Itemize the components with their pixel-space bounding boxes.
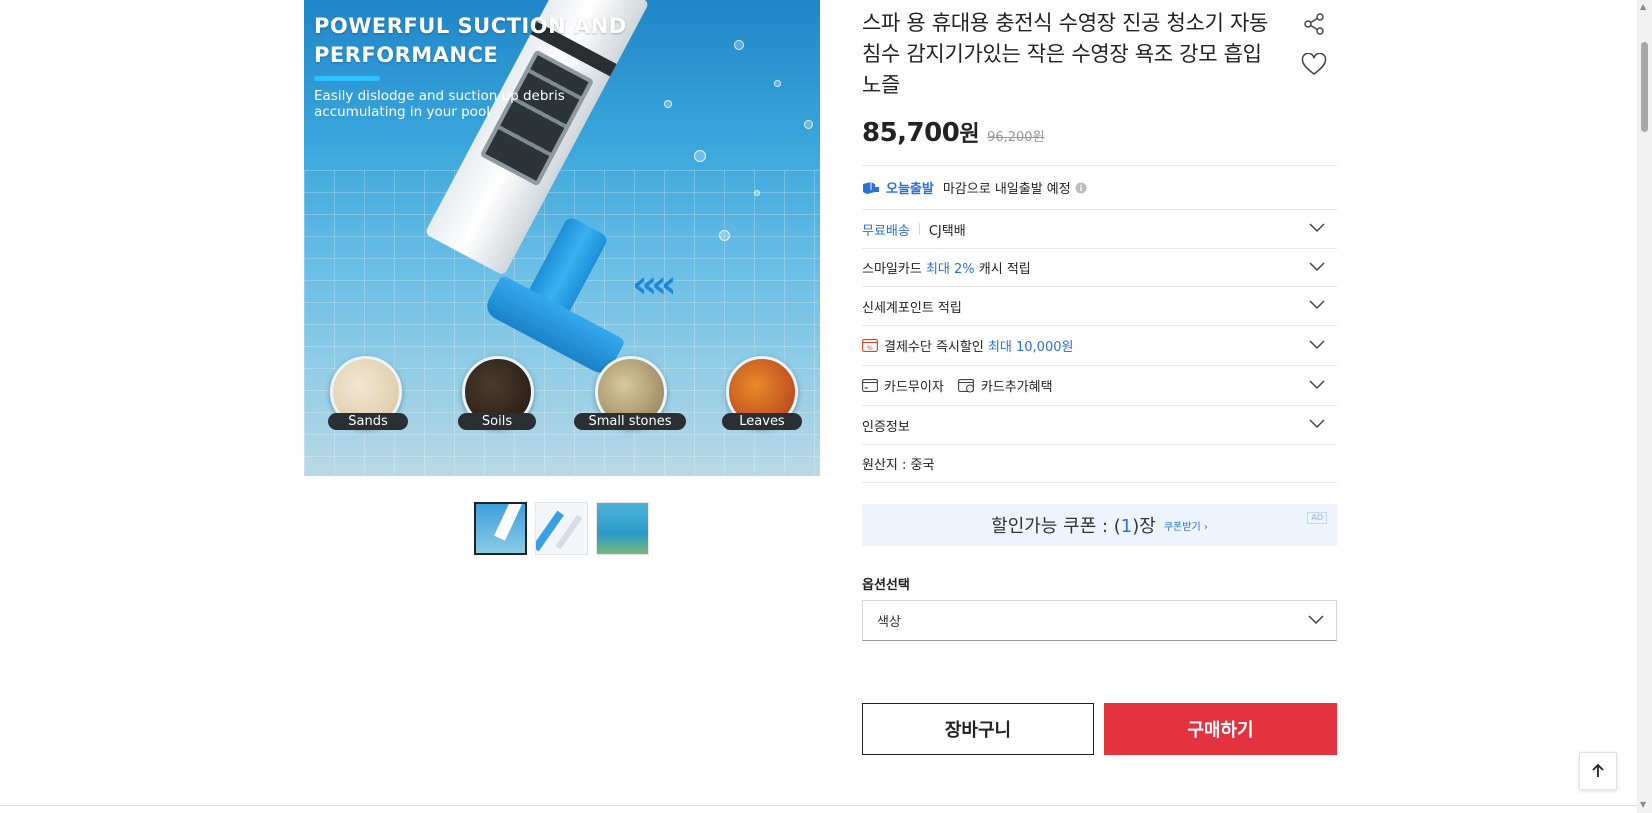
points-row[interactable]: 신세계포인트 적립: [862, 286, 1337, 325]
today-ship-badge: 오늘출발: [886, 182, 934, 197]
scroll-up-arrow-icon[interactable]: ▲: [1640, 2, 1646, 11]
arrow-up-icon: [1592, 763, 1604, 777]
thumbnail-1[interactable]: [474, 502, 527, 555]
share-button[interactable]: [1299, 9, 1329, 39]
bubble: [774, 80, 781, 87]
price-row: 85,700원 96,200원: [862, 116, 1045, 148]
shipping-row[interactable]: 무료배송 CJ택배: [862, 209, 1337, 248]
debris-label-leaves: Leaves: [722, 413, 802, 430]
discount-card-icon: %: [862, 339, 878, 352]
instant-discount-row[interactable]: % 결제수단 즉시할인 최대 10,000원: [862, 325, 1337, 365]
card-benefit-icon: [957, 378, 974, 393]
thumbnail-3[interactable]: [596, 502, 649, 555]
debris-label-small-stones: Small stones: [574, 413, 686, 430]
debris-label-soils: Soils: [458, 413, 536, 430]
free-shipping-label: 무료배송: [862, 223, 910, 239]
info-icon[interactable]: [1075, 182, 1087, 194]
delivery-truck-icon: [863, 181, 879, 194]
debris-label-sands: Sands: [328, 413, 408, 430]
bubble: [734, 40, 744, 50]
instant-discount-label: 결제수단 즉시할인: [884, 340, 984, 355]
origin-row: 원산지 : 중국: [862, 444, 1337, 483]
chevron-down-icon: [1308, 615, 1324, 625]
ad-badge: AD: [1307, 512, 1327, 524]
card-icon: [862, 379, 878, 392]
bubble: [804, 120, 813, 129]
scroll-down-arrow-icon[interactable]: ▼: [1640, 800, 1646, 809]
color-option-value: 색상: [877, 615, 901, 630]
image-subline: Easily dislodge and suction up debris ac…: [314, 88, 565, 120]
smilecard-prefix: 스마일카드: [862, 262, 922, 277]
instant-discount-highlight: 최대 10,000원: [987, 340, 1074, 355]
vertical-scrollbar[interactable]: ▲ ▼: [1637, 0, 1652, 813]
page-divider: [0, 805, 1637, 806]
coupon-text-before: 할인가능 쿠폰 : (: [991, 516, 1121, 537]
coupon-text-after: )장: [1132, 516, 1156, 537]
smilecard-highlight: 최대 2%: [925, 262, 975, 277]
coupon-text: 할인가능 쿠폰 : (1)장: [991, 512, 1156, 538]
product-main-image[interactable]: ‹‹‹‹ POWERFUL SUCTION AND PERFORMANCE Ea…: [304, 0, 820, 476]
get-coupon-link[interactable]: 쿠폰받기 ›: [1164, 518, 1208, 533]
card-benefits-row[interactable]: 카드무이자 카드추가혜택: [862, 365, 1337, 405]
thumbnail-2[interactable]: [535, 502, 588, 555]
divider: [918, 223, 920, 235]
scrollbar-thumb[interactable]: [1641, 42, 1648, 132]
svg-text:%: %: [867, 345, 873, 352]
suction-arrows: ‹‹‹‹: [632, 262, 677, 306]
bubble: [754, 190, 760, 196]
points-label: 신세계포인트 적립: [862, 300, 962, 316]
bubble: [694, 150, 706, 162]
smilecard-suffix: 캐시 적립: [978, 262, 1031, 277]
add-to-cart-button[interactable]: 장바구니: [862, 703, 1094, 755]
smilecard-row[interactable]: 스마일카드 최대 2% 캐시 적립: [862, 248, 1337, 286]
chevron-down-icon: [1309, 379, 1325, 389]
share-icon: [1304, 13, 1324, 35]
extra-benefit-label: 카드추가혜택: [980, 380, 1053, 395]
bubble: [664, 100, 672, 108]
certification-row[interactable]: 인증정보: [862, 405, 1337, 444]
delivery-row: 오늘출발 마감으로 내일출발 예정: [862, 165, 1337, 209]
image-headline-bar: [314, 76, 380, 81]
original-price: 96,200원: [987, 130, 1045, 145]
buy-now-button[interactable]: 구매하기: [1104, 703, 1337, 755]
chevron-down-icon: [1309, 419, 1325, 429]
chevron-down-icon: [1309, 300, 1325, 310]
coupon-banner[interactable]: 할인가능 쿠폰 : (1)장 쿠폰받기 › AD: [862, 504, 1337, 546]
sale-price-value: 85,700: [862, 118, 960, 148]
coupon-count: 1: [1120, 516, 1133, 537]
no-interest-label: 카드무이자: [884, 380, 944, 395]
color-option-select[interactable]: 색상: [862, 600, 1337, 641]
sale-price-unit: 원: [959, 122, 980, 147]
certification-label: 인증정보: [862, 419, 910, 435]
option-section-label: 옵션선택: [862, 578, 910, 593]
origin-label: 원산지 : 중국: [862, 458, 935, 473]
image-headline: POWERFUL SUCTION AND PERFORMANCE: [314, 14, 627, 67]
thumbnail-strip: [474, 502, 649, 555]
sale-price: 85,700원: [862, 116, 980, 148]
scroll-to-top-button[interactable]: [1579, 752, 1617, 790]
bubble: [719, 230, 730, 241]
chevron-down-icon: [1309, 223, 1325, 233]
chevron-down-icon: [1309, 261, 1325, 271]
carrier-label: CJ택배: [928, 223, 966, 239]
chevron-down-icon: [1309, 339, 1325, 349]
heart-icon: [1301, 53, 1327, 75]
wishlist-button[interactable]: [1299, 50, 1329, 80]
delivery-note: 마감으로 내일출발 예정: [942, 182, 1071, 197]
product-title: 스파 용 휴대용 충전식 수영장 진공 청소기 자동 침수 감지기가있는 작은 …: [862, 11, 1269, 97]
